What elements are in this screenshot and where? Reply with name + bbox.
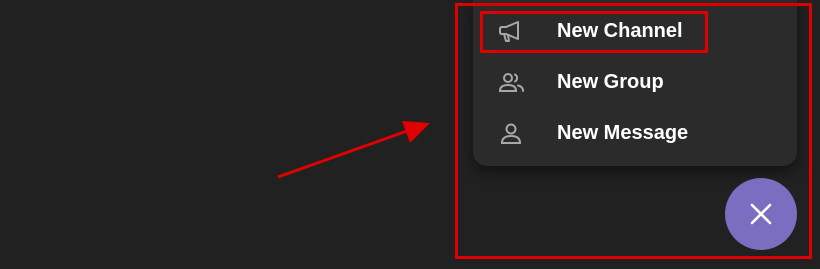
person-icon [500,123,522,144]
menu-item-label: New Channel [557,20,683,42]
menu-item-new-channel[interactable]: New Channel [473,9,797,53]
close-icon [750,203,772,225]
new-menu: New Channel New Group New Message [473,0,797,166]
group-icon [498,73,524,92]
close-fab-button[interactable] [725,178,797,250]
menu-item-new-group[interactable]: New Group [473,60,797,104]
megaphone-icon [499,21,519,42]
annotation-arrow [277,121,430,179]
menu-item-label: New Group [557,71,664,93]
menu-item-new-message[interactable]: New Message [473,111,797,155]
menu-item-label: New Message [557,122,689,144]
